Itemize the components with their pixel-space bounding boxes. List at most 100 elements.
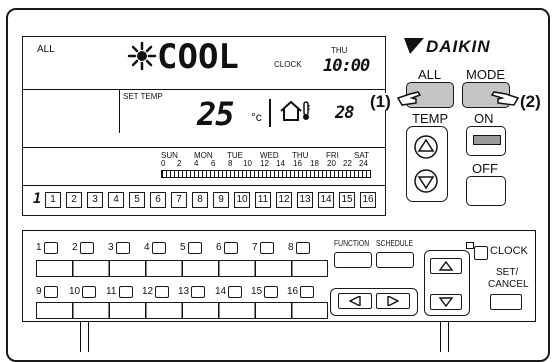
zone-btn-label: 2 <box>72 242 78 253</box>
hour-labels: 0 2 4 6 8 10 12 14 16 18 20 22 24 <box>161 160 376 170</box>
hour-label: 24 <box>359 159 368 168</box>
zone-select-button[interactable] <box>260 242 274 254</box>
brand-logo: DAIKIN <box>426 37 491 56</box>
zone-indicator: 8 <box>192 192 208 208</box>
zone-select-button[interactable] <box>44 242 58 254</box>
down-button[interactable] <box>430 294 462 310</box>
up-arrow-icon[interactable] <box>413 134 439 160</box>
set-cancel-label: SET/ <box>496 267 519 278</box>
mode-label: MODE <box>466 67 505 82</box>
zone-select-button[interactable] <box>116 242 130 254</box>
zone-select-button[interactable] <box>224 242 238 254</box>
hour-label: 18 <box>310 159 319 168</box>
zone-button-row-1: 1 2 3 4 5 6 7 8 <box>36 242 336 256</box>
zone-btn-label: 10 <box>69 286 81 297</box>
zone-indicator: 10 <box>234 192 250 208</box>
hour-label: 10 <box>243 159 252 168</box>
lcd-screen: ALL COOL CLOCK THU 10:00 SET TEMP 25 °c … <box>22 36 386 216</box>
zone-prefix: 1 <box>33 191 42 207</box>
zone-btn-label: 3 <box>108 242 114 253</box>
thermometer-icon <box>303 101 310 120</box>
lcd-all-label: ALL <box>37 44 55 55</box>
set-cancel-button[interactable] <box>490 294 522 310</box>
mount-line-right-2 <box>448 322 449 352</box>
temp-unit: °c <box>251 110 262 124</box>
hour-label: 12 <box>260 159 269 168</box>
zone-indicator: 13 <box>297 192 313 208</box>
clock-label: CLOCK <box>274 60 302 69</box>
zone-indicators: 1 2 3 4 5 6 7 8 9 10 11 12 13 14 15 16 <box>45 192 385 209</box>
mount-line-left-2 <box>88 322 89 352</box>
right-arrow-icon <box>387 296 399 306</box>
lcd-divider-top <box>23 89 385 90</box>
clock-button-label: CLOCK <box>490 245 528 257</box>
zone-select-button[interactable] <box>188 242 202 254</box>
zone-indicator: 4 <box>108 192 124 208</box>
zone-btn-label: 7 <box>252 242 258 253</box>
left-arrow-button[interactable] <box>338 293 372 309</box>
hour-label: 8 <box>228 159 233 168</box>
zone-btn-label: 15 <box>251 286 263 297</box>
zone-select-button[interactable] <box>119 286 133 298</box>
callout-1: (1) <box>368 92 393 111</box>
lcd-divider-vert <box>119 89 120 133</box>
zone-indicator: 5 <box>129 192 145 208</box>
zone-btn-label: 14 <box>215 286 227 297</box>
left-arrow-icon <box>349 296 361 306</box>
zone-btn-label: 6 <box>216 242 222 253</box>
zone-select-button[interactable] <box>228 286 242 298</box>
lcd-divider-bottom <box>23 185 385 186</box>
zone-select-button[interactable] <box>191 286 205 298</box>
zone-select-button[interactable] <box>264 286 278 298</box>
zone-select-button[interactable] <box>80 242 94 254</box>
zone-btn-label: 4 <box>144 242 150 253</box>
mount-line-right <box>440 322 441 352</box>
function-button[interactable] <box>334 252 372 268</box>
on-button[interactable] <box>466 126 506 156</box>
zone-select-button[interactable] <box>82 286 96 298</box>
hour-label: 4 <box>194 159 199 168</box>
right-arrow-button[interactable] <box>376 293 410 309</box>
zone-indicator: 1 <box>45 192 61 208</box>
zone-indicator: 6 <box>150 192 166 208</box>
zone-indicator: 3 <box>87 192 103 208</box>
zone-indicator: 2 <box>66 192 82 208</box>
clock-led <box>466 242 474 249</box>
hand-pointer-icon <box>490 91 520 106</box>
zone-indicator: 15 <box>339 192 355 208</box>
zone-select-button[interactable] <box>44 286 58 298</box>
hour-label: 16 <box>293 159 302 168</box>
zone-btn-label: 11 <box>106 286 117 297</box>
set-cancel-label-2: CANCEL <box>488 279 529 290</box>
zone-btn-label: 1 <box>36 242 42 253</box>
zone-select-button[interactable] <box>152 242 166 254</box>
off-button[interactable] <box>466 176 506 206</box>
zone-btn-label: 9 <box>36 286 42 297</box>
down-arrow-icon[interactable] <box>413 168 439 194</box>
hour-label: 20 <box>327 159 336 168</box>
zone-indicator: 12 <box>276 192 292 208</box>
zone-btn-label: 5 <box>180 242 186 253</box>
schedule-label: SCHEDULE <box>376 239 414 248</box>
down-arrow-icon <box>439 297 453 307</box>
zone-select-button[interactable] <box>296 242 310 254</box>
zone-indicator: 9 <box>213 192 229 208</box>
up-button[interactable] <box>430 258 462 274</box>
hour-label: 6 <box>211 159 216 168</box>
mode-display: COOL <box>157 37 239 77</box>
fan-icon <box>127 41 157 71</box>
zone-select-button[interactable] <box>155 286 169 298</box>
schedule-timeline <box>161 170 371 178</box>
hand-pointer-icon <box>396 91 422 106</box>
zone-select-button[interactable] <box>300 286 314 298</box>
zone-btn-label: 16 <box>287 286 299 297</box>
zone-indicator: 14 <box>318 192 334 208</box>
time-display: 10:00 <box>323 56 370 76</box>
schedule-button[interactable] <box>376 252 414 268</box>
hour-label: 22 <box>343 159 352 168</box>
clock-button[interactable] <box>474 246 488 260</box>
zone-indicator: 11 <box>255 192 271 208</box>
hour-label: 14 <box>276 159 285 168</box>
room-temp-value: 28 <box>335 103 355 123</box>
up-arrow-icon <box>439 261 453 271</box>
